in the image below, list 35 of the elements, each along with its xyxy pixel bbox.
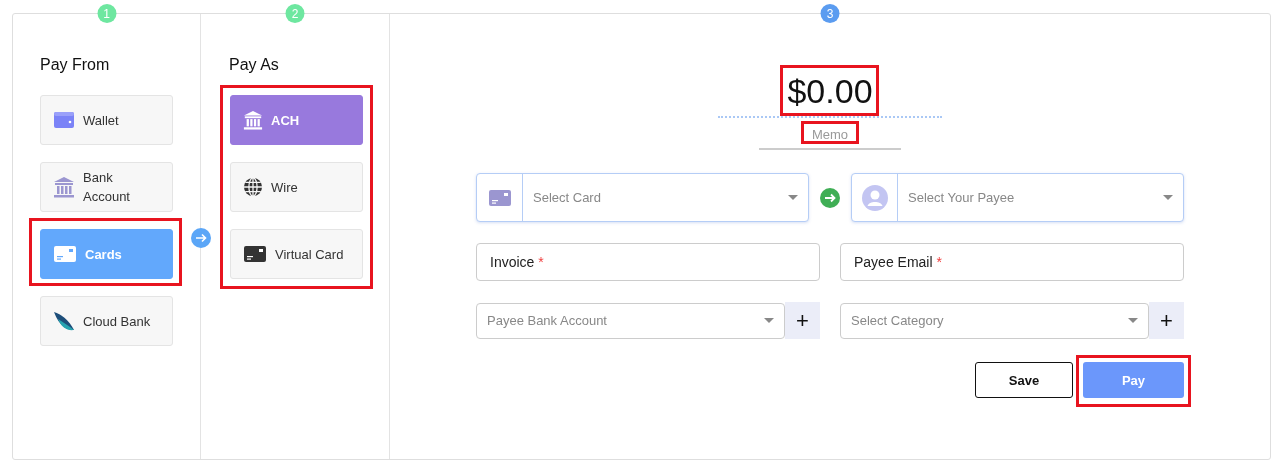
- arrow-right-icon: [191, 228, 211, 248]
- invoice-field[interactable]: Invoice *: [476, 243, 820, 281]
- card-icon: [487, 188, 512, 207]
- wallet-icon: [53, 111, 75, 129]
- pay-from-option[interactable]: Cloud Bank: [40, 296, 173, 346]
- add-button[interactable]: +: [785, 302, 820, 339]
- card-select[interactable]: Select Card: [476, 173, 809, 222]
- payee-email-field[interactable]: Payee Email *: [840, 243, 1184, 281]
- caret-icon: [1128, 318, 1138, 323]
- pay-from-option[interactable]: Bank Account: [40, 162, 173, 212]
- step-badge: 1: [97, 4, 116, 23]
- pay-as-option[interactable]: Wire: [230, 162, 363, 212]
- pay-from-option[interactable]: Wallet: [40, 95, 173, 145]
- step-badge: 3: [820, 4, 840, 23]
- feather-icon: [53, 310, 75, 332]
- caret-icon: [764, 318, 774, 323]
- avatar-icon: [861, 184, 888, 211]
- caret-icon: [788, 195, 798, 200]
- card-icon: [243, 245, 267, 263]
- payee-bank-account-select[interactable]: Payee Bank Account: [476, 302, 785, 339]
- bank-icon: [53, 176, 75, 198]
- payee-select[interactable]: Select Your Payee: [851, 173, 1184, 222]
- globe-icon: [243, 177, 263, 197]
- section-heading: Pay As: [229, 56, 280, 75]
- caret-icon: [1163, 195, 1173, 200]
- add-button[interactable]: +: [1149, 302, 1184, 339]
- card-icon: [53, 245, 77, 263]
- save-button[interactable]: Save: [975, 362, 1073, 398]
- amount-text: $0.00: [786, 71, 874, 112]
- arrow-right-icon: [820, 187, 840, 208]
- pay-as-option[interactable]: Virtual Card: [230, 229, 363, 279]
- bank-icon: [243, 110, 263, 130]
- category-select[interactable]: Select Category: [840, 302, 1149, 339]
- step-badge: 2: [285, 4, 305, 23]
- section-heading: Pay From: [40, 56, 111, 75]
